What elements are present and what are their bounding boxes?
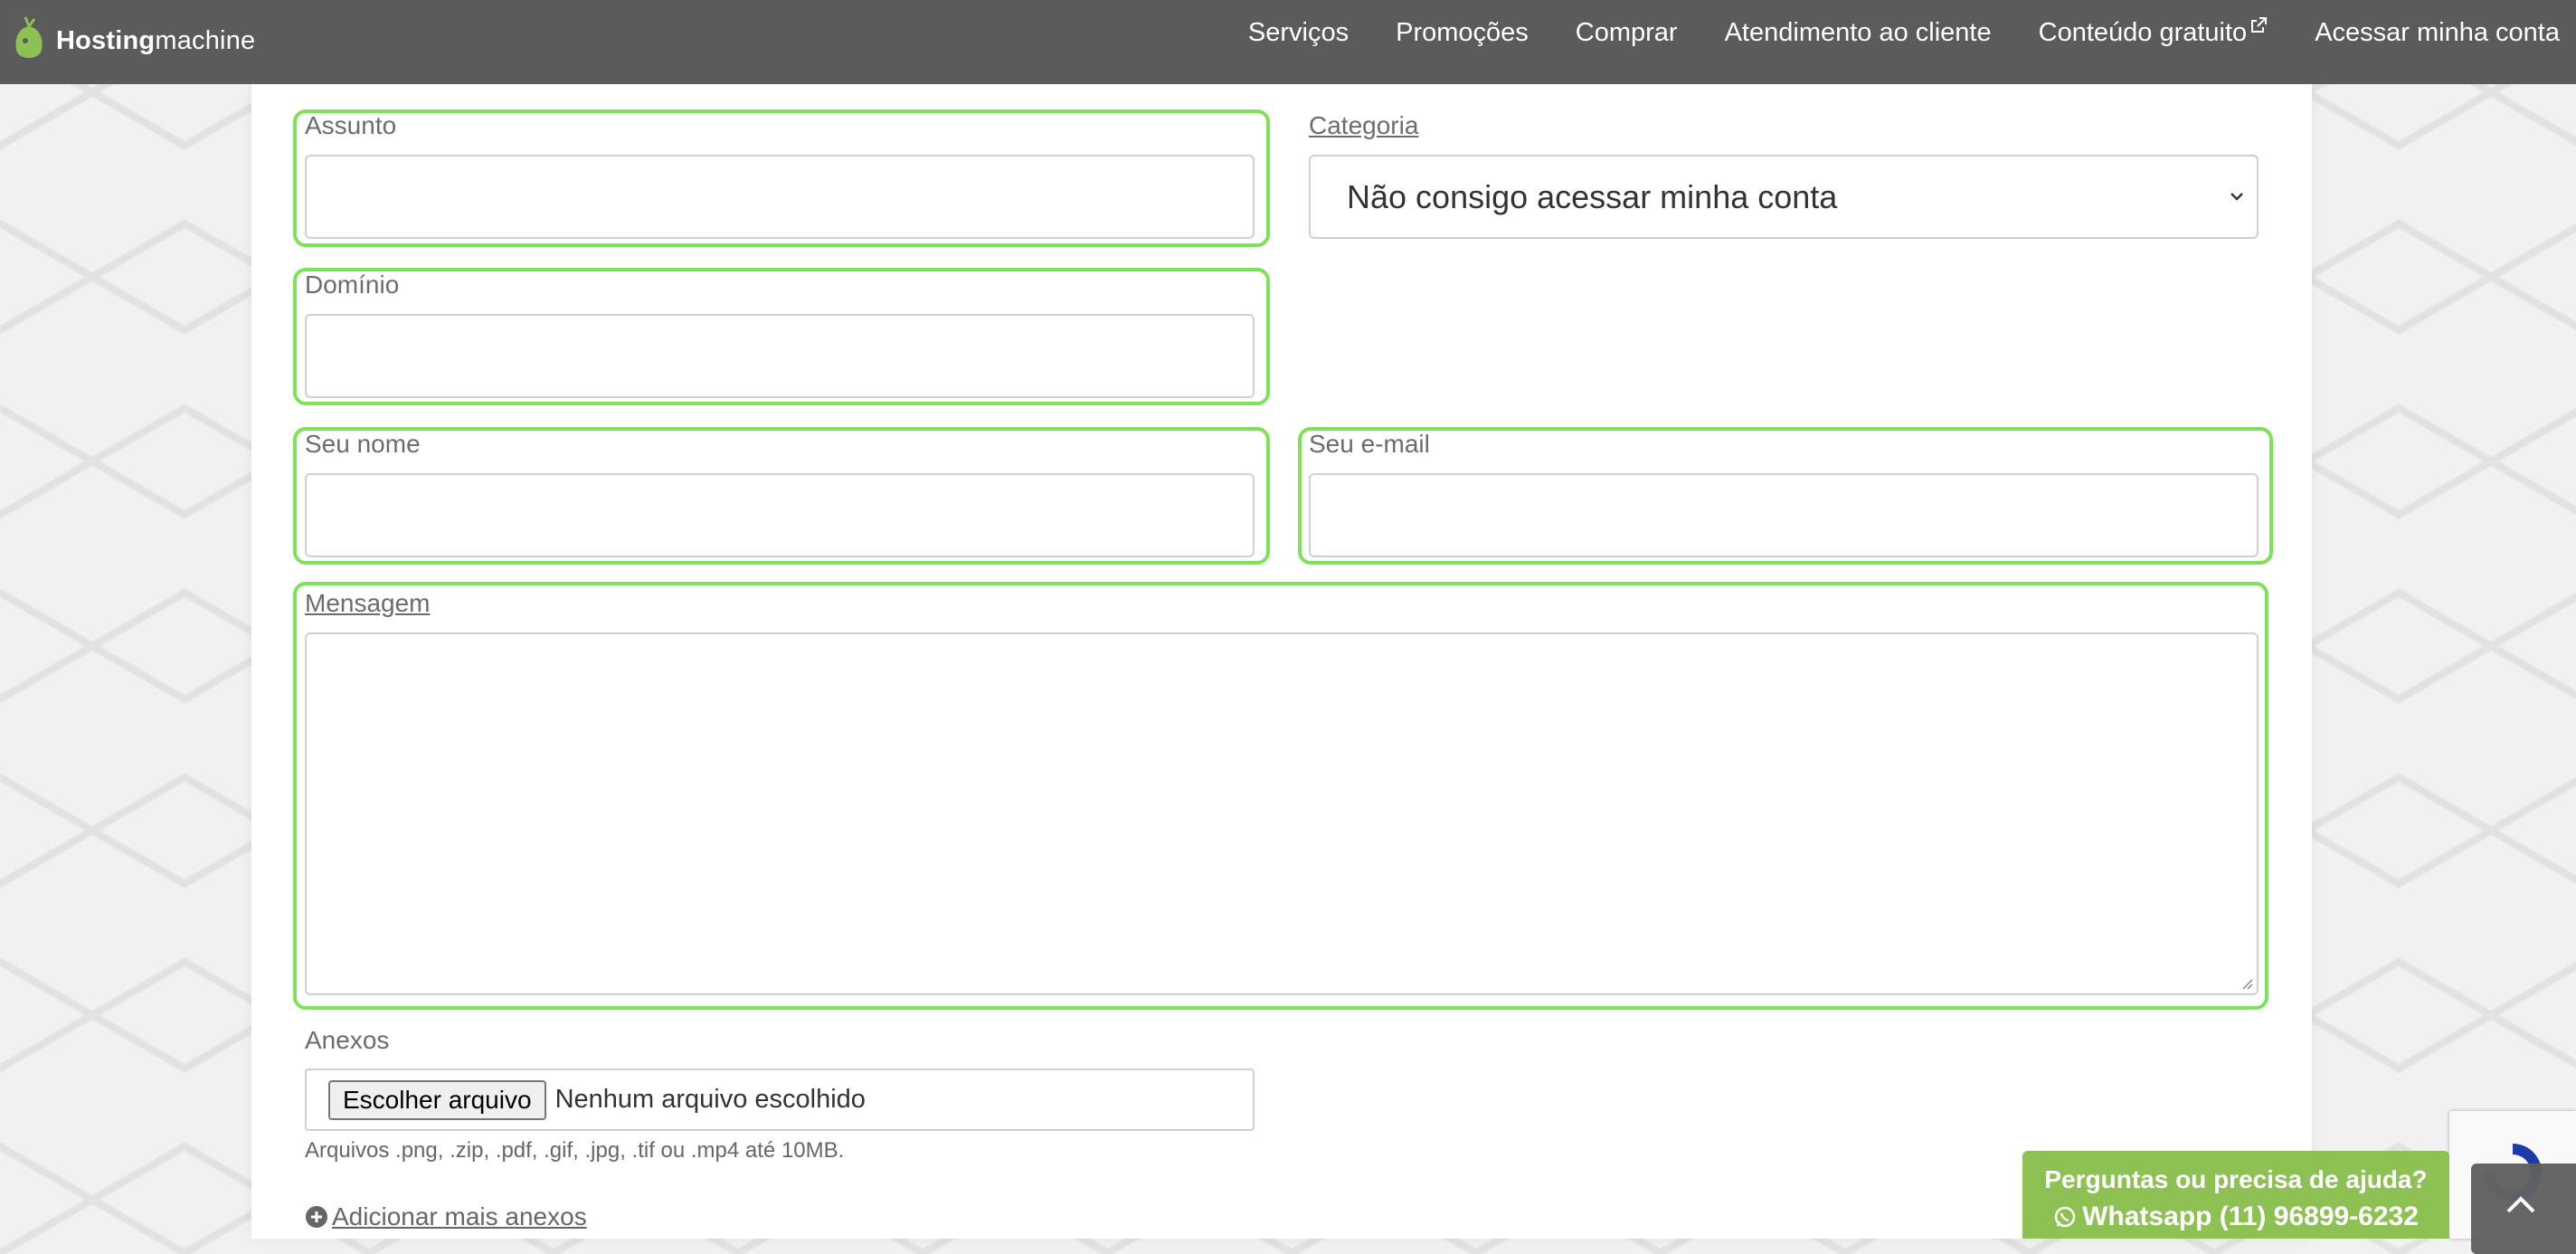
plus-circle-icon — [306, 1206, 327, 1228]
dominio-label: Domínio — [305, 271, 400, 299]
categoria-select[interactable]: Não consigo acessar minha conta — [1309, 155, 2259, 239]
dominio-input[interactable] — [305, 314, 1255, 398]
anexos-hint: Arquivos .png, .zip, .pdf, .gif, .jpg, .… — [305, 1138, 845, 1163]
ticket-form-panel: Assunto Categoria Não consigo acessar mi… — [251, 84, 2312, 1239]
file-input[interactable]: Escolher arquivo Nenhum arquivo escolhid… — [305, 1069, 1255, 1131]
nav-item-conteudo-label: Conteúdo gratuito — [2038, 18, 2248, 47]
top-navigation-bar: Hostingmachine Serviços Promoções Compra… — [0, 0, 2576, 84]
nav-item-promocoes[interactable]: Promoções — [1396, 18, 1529, 48]
add-attachments-link[interactable]: Adicionar mais anexos — [305, 1202, 587, 1231]
chevron-down-icon — [2230, 193, 2243, 201]
categoria-label: Categoria — [1309, 111, 1419, 139]
brand-name: Hostingmachine — [56, 25, 256, 55]
categoria-selected-value: Não consigo acessar minha conta — [1347, 177, 1838, 215]
whatsapp-line[interactable]: Whatsapp (11) 96899-6232 — [2022, 1202, 2449, 1232]
email-label: Seu e-mail — [1309, 430, 1430, 458]
whatsapp-icon — [2054, 1206, 2076, 1228]
help-question: Perguntas ou precisa de ajuda? — [2044, 1165, 2428, 1193]
external-link-icon — [2251, 17, 2268, 33]
whatsapp-number: Whatsapp (11) 96899-6232 — [2082, 1202, 2419, 1231]
chevron-up-icon — [2506, 1196, 2535, 1213]
scroll-to-top-button[interactable] — [2471, 1164, 2576, 1254]
nav-item-conteudo-gratuito[interactable]: Conteúdo gratuito — [2038, 17, 2268, 48]
file-status: Nenhum arquivo escolhido — [554, 1085, 866, 1114]
nav-item-comprar[interactable]: Comprar — [1576, 18, 1678, 48]
help-widget[interactable]: Perguntas ou precisa de ajuda? Whatsapp … — [2022, 1151, 2449, 1239]
nav-item-servicos[interactable]: Serviços — [1248, 18, 1349, 48]
anexos-label: Anexos — [305, 1026, 390, 1054]
nav-item-atendimento[interactable]: Atendimento ao cliente — [1725, 18, 1992, 48]
main-nav: Serviços Promoções Comprar Atendimento a… — [1201, 0, 2560, 66]
logo-icon — [15, 16, 43, 58]
nome-label: Seu nome — [305, 430, 421, 458]
choose-file-button[interactable]: Escolher arquivo — [328, 1079, 546, 1120]
nome-input[interactable] — [305, 473, 1255, 557]
assunto-input[interactable] — [305, 155, 1255, 239]
assunto-label: Assunto — [305, 111, 397, 139]
email-input[interactable] — [1309, 473, 2259, 557]
add-attachments-label: Adicionar mais anexos — [332, 1202, 587, 1230]
mensagem-textarea[interactable] — [305, 632, 2259, 995]
mensagem-label: Mensagem — [305, 589, 431, 617]
brand-logo[interactable]: Hostingmachine — [11, 9, 255, 72]
resize-handle-icon[interactable] — [2239, 975, 2253, 990]
nav-item-acessar-conta[interactable]: Acessar minha conta — [2315, 18, 2560, 48]
